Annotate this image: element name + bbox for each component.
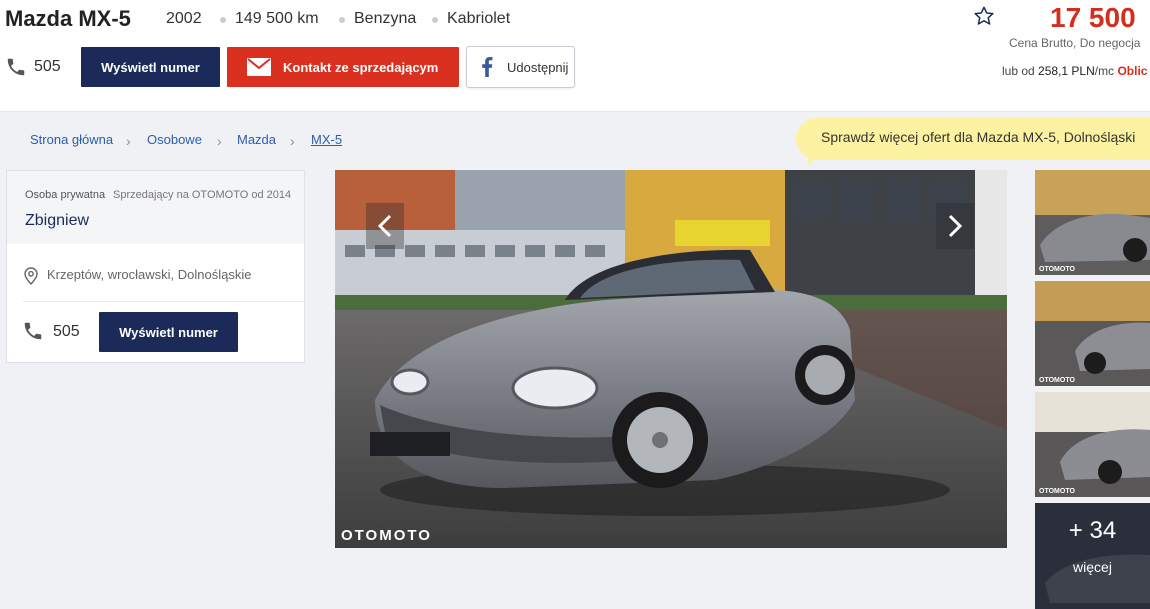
favorite-star-icon[interactable] (973, 5, 995, 27)
facebook-icon (482, 57, 493, 77)
chevron-right-icon (948, 214, 962, 238)
installment-calculate-link[interactable]: Oblic (1117, 64, 1147, 78)
installment-amount: 258,1 PLN (1038, 64, 1095, 78)
listing-header: Mazda MX-5 2002 149 500 km Benzyna Kabri… (0, 0, 1150, 112)
breadcrumb-osobowe[interactable]: Osobowe (147, 132, 202, 147)
thumbnail-watermark: OTOMOTO (1039, 266, 1075, 273)
thumbnail-watermark: OTOMOTO (1039, 488, 1075, 495)
seller-phone-prefix: 505 (53, 323, 80, 340)
price-note: Cena Brutto, Do negocja (1009, 36, 1141, 50)
more-photos-thumbnail[interactable]: + 34 więcej (1035, 503, 1150, 609)
share-label: Udostępnij (507, 59, 569, 75)
separator-dot (220, 17, 226, 23)
more-photos-count: + 34 (1068, 517, 1117, 544)
photo-watermark: OTOMOTO (341, 527, 432, 544)
seller-name[interactable]: Zbigniew (25, 212, 89, 230)
seller-card: Osoba prywatna Sprzedający na OTOMOTO od… (6, 170, 305, 363)
separator-dot (432, 17, 438, 23)
thumbnail-watermark: OTOMOTO (1039, 377, 1075, 384)
seller-card-header (7, 171, 304, 244)
contact-seller-button[interactable]: Kontakt ze sprzedającym (227, 47, 459, 87)
installment-info: lub od 258,1 PLN/mc Oblic (1002, 64, 1147, 78)
more-offers-text: Sprawdź więcej ofert dla Mazda MX-5, Dol… (821, 129, 1136, 145)
phone-prefix: 505 (34, 58, 61, 75)
chevron-right-icon: › (217, 133, 222, 149)
tooltip-tail (808, 155, 820, 165)
installment-unit: /mc (1094, 64, 1115, 78)
share-button[interactable]: Udostępnij (466, 46, 575, 88)
divider (23, 301, 305, 302)
more-photos-label: więcej (1073, 559, 1112, 575)
breadcrumb-mazda[interactable]: Mazda (237, 132, 276, 147)
fuel-type: Benzyna (354, 10, 417, 27)
breadcrumb-model[interactable]: MX-5 (311, 132, 342, 147)
car-photo-image (335, 170, 1007, 548)
phone-icon (7, 58, 25, 76)
seller-location: Krzeptów, wrocławski, Dolnośląskie (47, 267, 252, 282)
seller-type: Osoba prywatna (25, 189, 106, 201)
phone-icon (24, 322, 42, 340)
listing-title: Mazda MX-5 (5, 6, 131, 31)
seller-since: Sprzedający na OTOMOTO od 2014 (113, 189, 292, 201)
more-offers-tooltip[interactable]: Sprawdź więcej ofert dla Mazda MX-5, Dol… (796, 118, 1150, 160)
next-photo-button[interactable] (936, 203, 974, 249)
thumbnail[interactable]: OTOMOTO (1035, 392, 1150, 497)
price: 17 500 (1050, 2, 1136, 33)
chevron-right-icon: › (290, 133, 295, 149)
show-number-label: Wyświetl numer (101, 59, 200, 75)
envelope-icon (247, 58, 271, 76)
breadcrumb-home[interactable]: Strona główna (30, 132, 113, 147)
seller-show-number-button[interactable]: Wyświetl numer (99, 312, 238, 352)
chevron-right-icon: › (126, 133, 131, 149)
mileage: 149 500 km (235, 10, 319, 27)
body-type: Kabriolet (447, 10, 511, 27)
show-number-button[interactable]: Wyświetl numer (81, 47, 220, 87)
location-pin-icon (24, 267, 38, 285)
year: 2002 (166, 10, 202, 27)
installment-prefix: lub od (1002, 64, 1035, 78)
main-car-photo[interactable]: OTOMOTO (335, 170, 1007, 548)
contact-seller-label: Kontakt ze sprzedającym (283, 59, 439, 75)
separator-dot (339, 17, 345, 23)
thumbnail[interactable]: OTOMOTO (1035, 281, 1150, 386)
thumbnail-image (1035, 170, 1150, 275)
thumbnail[interactable]: OTOMOTO (1035, 170, 1150, 275)
chevron-left-icon (378, 214, 392, 238)
seller-show-number-label: Wyświetl numer (119, 324, 218, 340)
previous-photo-button[interactable] (366, 203, 404, 249)
thumbnail-image (1035, 392, 1150, 497)
thumbnail-image (1035, 281, 1150, 386)
